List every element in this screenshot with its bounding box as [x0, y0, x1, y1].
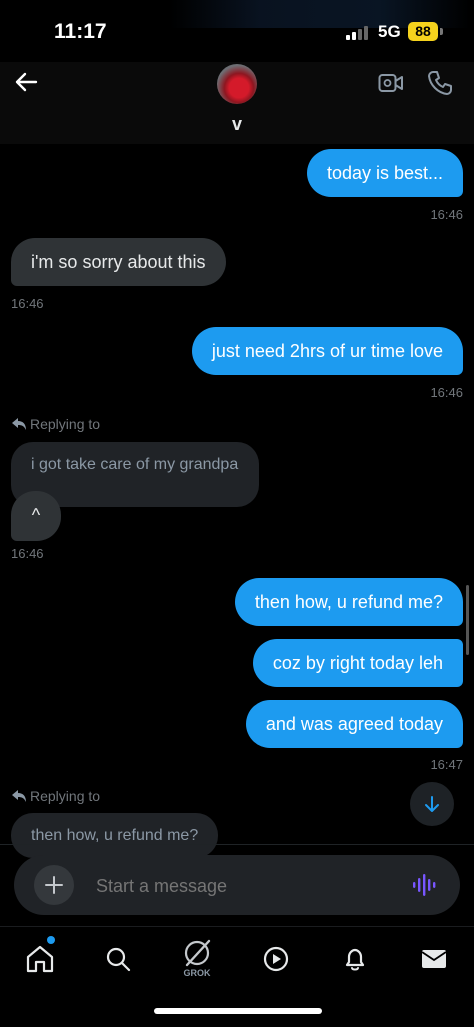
search-icon[interactable] — [96, 937, 140, 981]
video-call-icon[interactable] — [378, 72, 404, 94]
conversation-header: v — [0, 62, 474, 144]
message-bubble-outgoing[interactable]: coz by right today leh — [252, 639, 463, 687]
replying-to-label: Replying to — [11, 788, 100, 804]
message-composer — [14, 855, 460, 915]
message-input[interactable] — [94, 875, 330, 898]
message-timestamp: 16:47 — [430, 757, 463, 772]
play-icon[interactable] — [254, 937, 298, 981]
message-bubble-outgoing[interactable]: just need 2hrs of ur time love — [191, 327, 463, 375]
reply-arrow-icon — [12, 790, 26, 802]
composer-divider — [0, 844, 474, 845]
reply-arrow-icon — [12, 418, 26, 430]
bell-icon[interactable] — [333, 937, 377, 981]
voice-message-icon[interactable] — [412, 872, 438, 898]
phone-call-icon[interactable] — [427, 70, 453, 96]
add-attachment-button[interactable] — [34, 865, 74, 905]
quoted-message[interactable]: then how, u refund me? — [11, 813, 219, 858]
status-bar: 11:17 5G 88 — [0, 0, 474, 62]
arrow-down-icon — [425, 796, 439, 812]
contact-name[interactable]: v — [0, 114, 474, 135]
message-timestamp: 16:46 — [11, 546, 44, 561]
grok-tab[interactable]: GROK — [175, 937, 219, 981]
message-bubble-outgoing[interactable]: and was agreed today — [245, 700, 463, 748]
message-bubble-incoming[interactable]: ^ — [11, 491, 61, 541]
message-timestamp: 16:46 — [430, 385, 463, 400]
message-bubble-outgoing[interactable]: then how, u refund me? — [234, 578, 463, 626]
home-notification-dot — [47, 936, 55, 944]
mail-icon[interactable] — [412, 937, 456, 981]
back-arrow-icon[interactable] — [12, 68, 40, 96]
contact-avatar[interactable] — [217, 64, 257, 104]
message-timestamp: 16:46 — [11, 296, 44, 311]
home-icon[interactable] — [18, 937, 62, 981]
network-type: 5G — [378, 22, 401, 41]
replying-to-label: Replying to — [11, 416, 100, 432]
grok-icon — [184, 939, 211, 967]
message-timestamp: 16:46 — [430, 207, 463, 222]
message-bubble-outgoing[interactable]: today is best... — [306, 149, 463, 197]
status-time: 11:17 — [54, 20, 107, 43]
scrollbar[interactable] — [466, 585, 469, 655]
plus-icon — [45, 876, 63, 894]
signal-strength-icon — [346, 26, 368, 40]
home-indicator[interactable] — [154, 1008, 322, 1014]
battery-tip — [440, 28, 443, 35]
scroll-to-bottom-button[interactable] — [410, 782, 454, 826]
grok-label: GROK — [183, 968, 211, 978]
message-bubble-incoming[interactable]: i'm so sorry about this — [11, 238, 226, 286]
battery-icon: 88 — [408, 22, 438, 41]
